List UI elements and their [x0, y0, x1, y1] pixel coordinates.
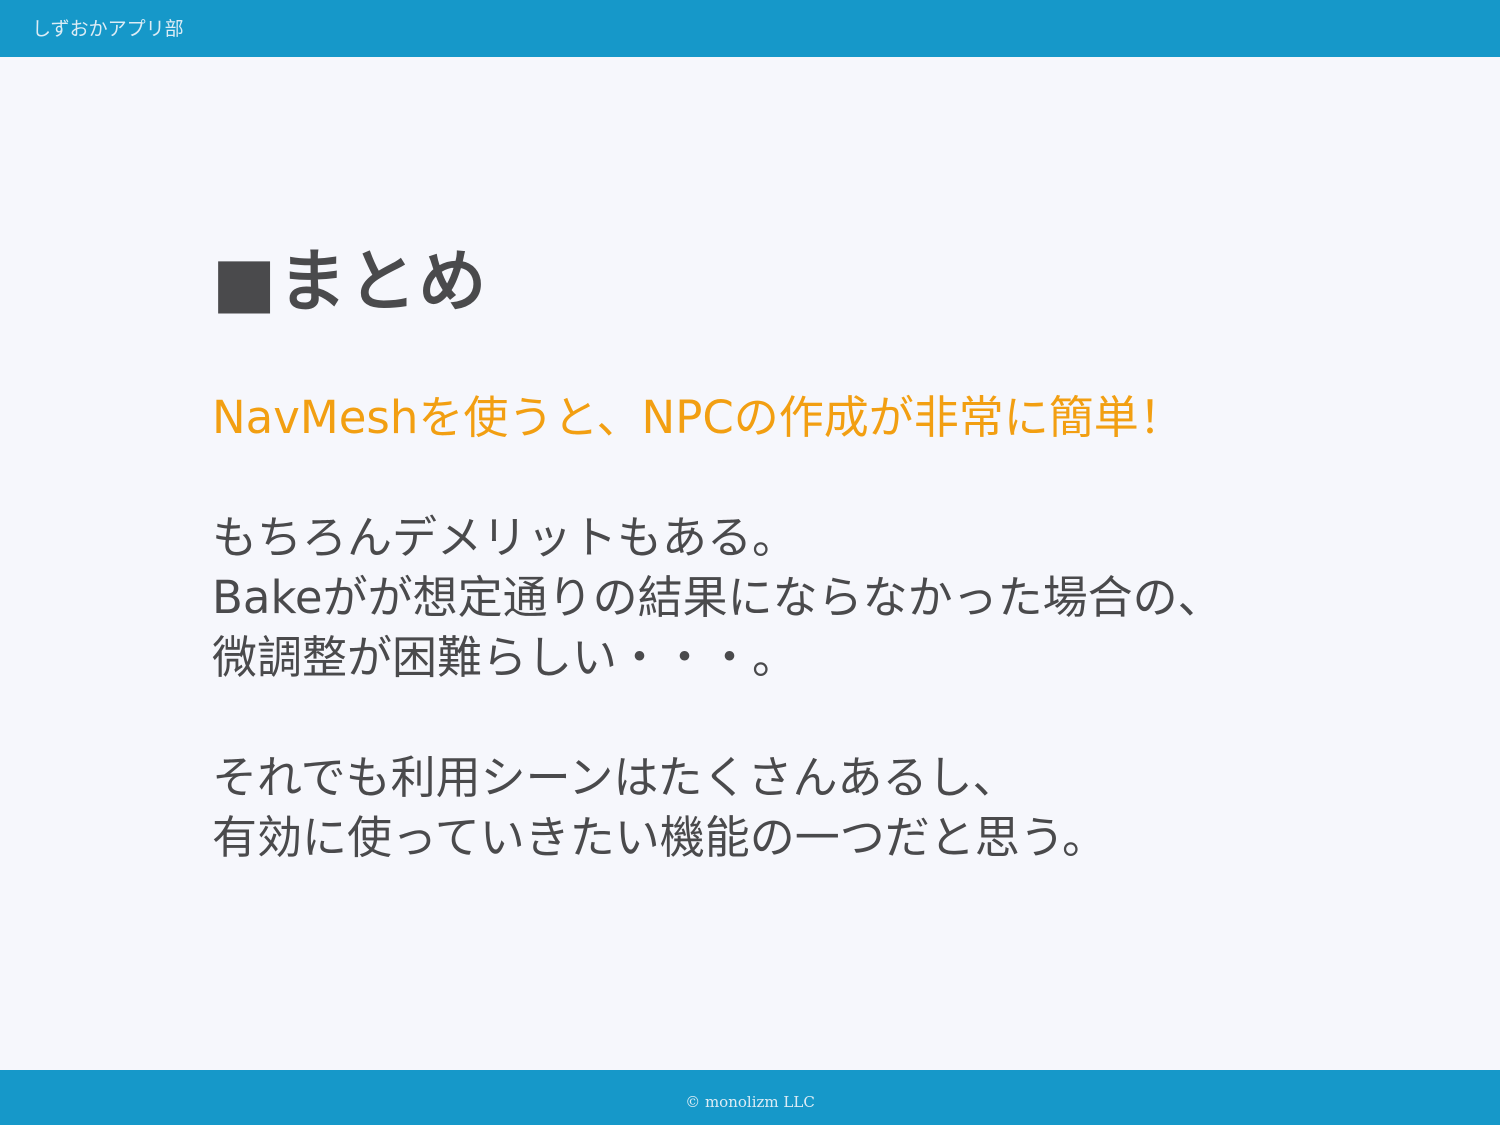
copyright-text: © monolizm LLC [685, 1093, 815, 1111]
paragraph-line: 微調整が困難らしい・・・。 [212, 631, 798, 684]
footer-bar: © monolizm LLC [0, 1070, 1500, 1125]
header-bar: しずおかアプリ部 [0, 0, 1500, 57]
header-title: しずおかアプリ部 [32, 18, 184, 40]
paragraph-conclusion: それでも利用シーンはたくさんあるし、 有効に使っていきたい機能の一つだと思う。 [212, 748, 1452, 868]
paragraph-line: それでも利用シーンはたくさんあるし、 [212, 751, 1018, 804]
paragraph-drawbacks: もちろんデメリットもある。 Bakeがが想定通りの結果にならなかった場合の、 微… [212, 508, 1452, 688]
paragraph-line: Bakeがが想定通りの結果にならなかった場合の、 [212, 571, 1223, 624]
paragraph-line: もちろんデメリットもある。 [212, 511, 798, 564]
slide-content: ■まとめ NavMeshを使うと、NPCの作成が非常に簡単！ もちろんデメリット… [212, 240, 1452, 868]
highlight-text: NavMeshを使うと、NPCの作成が非常に簡単！ [212, 391, 1184, 444]
paragraph-line: 有効に使っていきたい機能の一つだと思う。 [212, 811, 1108, 864]
slide-heading: ■まとめ [212, 243, 489, 322]
